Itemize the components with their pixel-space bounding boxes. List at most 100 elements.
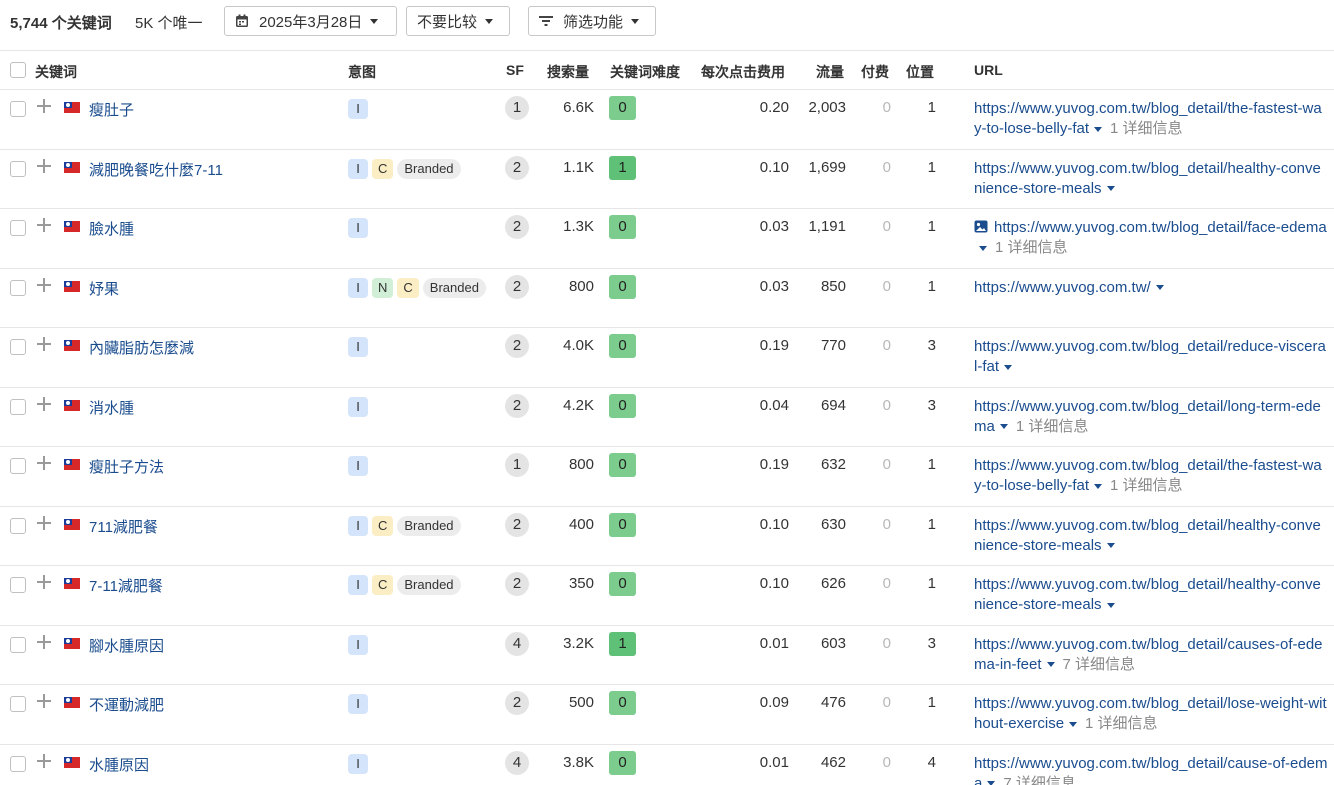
more-details[interactable]: 1 详细信息 — [1085, 715, 1158, 732]
filter-button[interactable]: 筛选功能 — [528, 6, 656, 36]
plus-icon[interactable] — [37, 574, 53, 590]
plus-icon[interactable] — [37, 217, 53, 233]
chevron-down-icon[interactable] — [1106, 186, 1115, 192]
compare-button[interactable]: 不要比较 — [406, 6, 510, 36]
select-all-checkbox[interactable] — [10, 62, 26, 78]
url-link[interactable]: https://www.yuvog.com.tw/blog_detail/hea… — [974, 517, 1321, 554]
intent-badge[interactable]: I — [348, 634, 368, 655]
keyword-link[interactable]: 7-11減肥餐 — [89, 575, 163, 596]
intent-badge[interactable]: I — [348, 218, 368, 238]
intent-badge[interactable]: I — [348, 277, 368, 298]
sf-badge[interactable]: 2 — [505, 572, 529, 596]
plus-icon[interactable] — [37, 455, 53, 471]
intent-badge[interactable]: I — [348, 515, 368, 536]
intent-badge[interactable]: C — [372, 158, 394, 179]
row-checkbox[interactable] — [10, 636, 26, 653]
date-picker-button[interactable]: 2025年3月28日 — [224, 6, 397, 36]
chevron-down-icon[interactable] — [1069, 721, 1078, 727]
sf-badge[interactable]: 2 — [505, 393, 529, 418]
header-kd[interactable]: 关键词难度 — [610, 62, 680, 82]
header-position[interactable]: 位置 — [906, 62, 934, 82]
sf-badge[interactable]: 2 — [505, 334, 529, 358]
intent-badge[interactable]: C — [397, 277, 419, 298]
more-details[interactable]: 1 详细信息 — [1110, 120, 1183, 137]
sf-badge[interactable]: 2 — [505, 215, 529, 239]
chevron-down-icon[interactable] — [1155, 285, 1164, 291]
more-details[interactable]: 7 详细信息 — [1063, 656, 1136, 673]
intent-badge[interactable]: I — [348, 99, 368, 119]
plus-icon[interactable] — [37, 158, 53, 174]
url-link[interactable]: https://www.yuvog.com.tw/blog_detail/hea… — [974, 160, 1321, 197]
chevron-down-icon[interactable] — [1106, 602, 1115, 608]
chevron-down-icon[interactable] — [987, 781, 996, 785]
intent-badge[interactable]: I — [348, 575, 368, 595]
chevron-down-icon[interactable] — [1046, 662, 1055, 668]
keyword-link[interactable]: 消水腫 — [89, 397, 134, 418]
chevron-down-icon[interactable] — [1094, 483, 1103, 489]
row-checkbox[interactable] — [10, 517, 26, 534]
header-sf[interactable]: SF — [506, 62, 524, 78]
intent-badge[interactable]: C — [372, 515, 394, 536]
header-paid[interactable]: 付费 — [861, 62, 889, 82]
plus-icon[interactable] — [37, 336, 53, 352]
plus-icon[interactable] — [37, 396, 53, 412]
header-volume[interactable]: 搜索量 — [547, 62, 589, 82]
intent-badge[interactable]: I — [348, 456, 368, 476]
intent-badge[interactable]: I — [348, 396, 368, 417]
url-link[interactable]: https://www.yuvog.com.tw/ — [974, 279, 1151, 296]
row-checkbox[interactable] — [10, 339, 26, 355]
header-keyword[interactable]: 关键词 — [35, 62, 77, 82]
row-checkbox[interactable] — [10, 755, 26, 772]
row-checkbox[interactable] — [10, 696, 26, 712]
url-link[interactable]: https://www.yuvog.com.tw/blog_detail/fac… — [994, 219, 1327, 236]
row-checkbox[interactable] — [10, 458, 26, 474]
row-checkbox[interactable] — [10, 279, 26, 296]
plus-icon[interactable] — [37, 98, 53, 114]
sf-badge[interactable]: 4 — [505, 631, 529, 656]
sf-badge[interactable]: 4 — [505, 750, 529, 775]
intent-badge[interactable]: Branded — [397, 158, 461, 179]
more-details[interactable]: 1 详细信息 — [1110, 477, 1183, 494]
intent-badge[interactable]: I — [348, 694, 368, 714]
chevron-down-icon[interactable] — [979, 245, 987, 251]
url-link[interactable]: https://www.yuvog.com.tw/blog_detail/red… — [974, 338, 1326, 375]
sf-badge[interactable]: 1 — [505, 453, 529, 477]
header-cpc[interactable]: 每次点击费用 — [701, 62, 785, 82]
row-checkbox[interactable] — [10, 101, 26, 117]
chevron-down-icon[interactable] — [1094, 126, 1103, 132]
plus-icon[interactable] — [37, 693, 53, 709]
sf-badge[interactable]: 2 — [505, 512, 529, 537]
chevron-down-icon[interactable] — [999, 424, 1008, 430]
plus-icon[interactable] — [37, 515, 53, 531]
plus-icon[interactable] — [37, 277, 53, 293]
chevron-down-icon[interactable] — [1004, 364, 1013, 370]
url-link[interactable]: https://www.yuvog.com.tw/blog_detail/cau… — [974, 636, 1323, 673]
keyword-link[interactable]: 內臟脂肪怎麼減 — [89, 337, 194, 358]
row-checkbox[interactable] — [10, 577, 26, 593]
keyword-link[interactable]: 711減肥餐 — [89, 516, 158, 537]
keyword-link[interactable]: 臉水腫 — [89, 218, 134, 239]
keyword-link[interactable]: 妤果 — [89, 278, 119, 299]
header-intent[interactable]: 意图 — [348, 62, 376, 82]
plus-icon[interactable] — [37, 753, 53, 769]
row-checkbox[interactable] — [10, 160, 26, 177]
keyword-link[interactable]: 不運動減肥 — [89, 694, 164, 715]
keyword-link[interactable]: 腳水腫原因 — [89, 635, 164, 656]
keyword-link[interactable]: 減肥晚餐吃什麼7-11 — [89, 159, 223, 180]
intent-badge[interactable]: Branded — [397, 515, 461, 536]
intent-badge[interactable]: Branded — [422, 277, 486, 298]
header-traffic[interactable]: 流量 — [816, 62, 844, 82]
intent-badge[interactable]: C — [372, 575, 394, 595]
sf-badge[interactable]: 2 — [505, 274, 529, 299]
chevron-down-icon[interactable] — [1106, 543, 1115, 549]
row-checkbox[interactable] — [10, 398, 26, 415]
more-details[interactable]: 7 详细信息 — [1003, 775, 1076, 785]
intent-badge[interactable]: I — [348, 753, 368, 774]
keyword-link[interactable]: 瘦肚子 — [89, 99, 134, 120]
row-checkbox[interactable] — [10, 220, 26, 236]
url-link[interactable]: https://www.yuvog.com.tw/blog_detail/hea… — [974, 576, 1321, 613]
intent-badge[interactable]: N — [372, 277, 394, 298]
more-details[interactable]: 1 详细信息 — [995, 239, 1068, 256]
more-details[interactable]: 1 详细信息 — [1016, 418, 1089, 435]
sf-badge[interactable]: 1 — [505, 96, 529, 120]
